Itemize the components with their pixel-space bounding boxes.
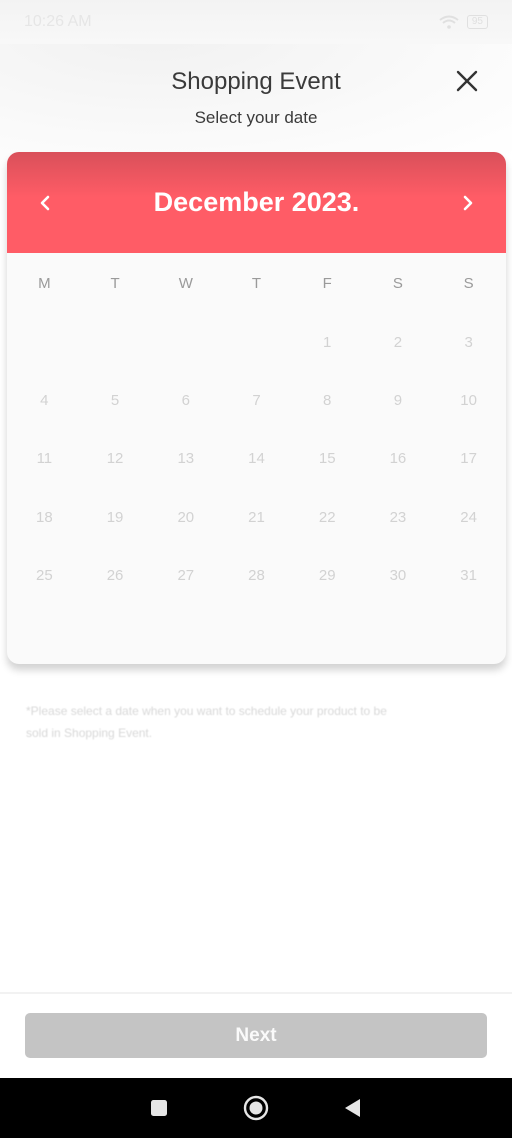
day-cell[interactable]: 12	[80, 450, 151, 467]
chevron-right-icon	[463, 195, 473, 210]
day-cell[interactable]: 11	[9, 450, 80, 467]
system-navigation-bar	[0, 1078, 512, 1138]
next-month-button[interactable]	[456, 191, 480, 215]
calendar-header: December 2023.	[7, 152, 506, 253]
weekday-label: T	[110, 274, 120, 292]
wifi-icon	[439, 15, 459, 29]
calendar-week: 25 26 27 28 29 30 31	[7, 547, 506, 605]
triangle-back-icon	[345, 1099, 361, 1117]
page-subtitle: Select your date	[194, 108, 318, 127]
home-button[interactable]	[241, 1093, 271, 1123]
day-cell[interactable]: 16	[363, 450, 434, 467]
close-button[interactable]	[452, 66, 482, 96]
calendar-week: 4 5 6 7 8 9 10	[7, 371, 506, 429]
day-cell[interactable]: 29	[292, 567, 363, 584]
day-cell[interactable]: 17	[433, 450, 504, 467]
page-title: Shopping Event	[171, 68, 341, 95]
day-cell[interactable]: 31	[433, 567, 504, 584]
day-cell[interactable]: 8	[292, 392, 363, 409]
help-note: *Please select a date when you want to s…	[26, 704, 387, 740]
calendar-week: 18 19 20 21 22 23 24	[7, 488, 506, 546]
day-cell[interactable]: 1	[292, 334, 363, 351]
recents-button[interactable]	[144, 1093, 174, 1123]
weekday-row: M T W T F S S	[7, 253, 506, 313]
day-cell[interactable]: 30	[363, 567, 434, 584]
circle-icon	[243, 1095, 269, 1121]
day-cell[interactable]: 26	[80, 567, 151, 584]
weekday-label: M	[38, 274, 51, 292]
day-cell[interactable]: 19	[80, 509, 151, 526]
day-cell[interactable]: 2	[363, 334, 434, 351]
day-cell[interactable]: 7	[221, 392, 292, 409]
next-button[interactable]: Next	[25, 1013, 487, 1058]
day-cell[interactable]: 23	[363, 509, 434, 526]
weekday-label: S	[463, 274, 474, 292]
status-time: 10:26 AM	[24, 13, 92, 30]
calendar-week: 11 12 13 14 15 16 17	[7, 430, 506, 488]
page-header: Shopping Event Select your date	[0, 60, 512, 128]
status-icons: 95	[439, 15, 488, 29]
day-cell[interactable]: 13	[150, 450, 221, 467]
weekday-label: S	[392, 274, 403, 292]
calendar-card: December 2023. M T W T F S S 1 2 3 4 5 6…	[7, 152, 506, 664]
day-cell[interactable]: 6	[150, 392, 221, 409]
back-button[interactable]	[338, 1093, 368, 1123]
day-cell[interactable]: 28	[221, 567, 292, 584]
weekday-label: T	[251, 274, 262, 292]
day-cell[interactable]: 24	[433, 509, 504, 526]
calendar-week: 1 2 3	[7, 313, 506, 371]
day-cell[interactable]: 14	[221, 450, 292, 467]
day-cell[interactable]: 15	[292, 450, 363, 467]
previous-month-button[interactable]	[33, 191, 57, 215]
day-cell[interactable]: 21	[221, 509, 292, 526]
footer-divider	[0, 992, 512, 994]
day-cell[interactable]: 10	[433, 392, 504, 409]
day-cell[interactable]: 9	[363, 392, 434, 409]
day-cell[interactable]: 25	[9, 567, 80, 584]
weekday-label: F	[322, 274, 332, 292]
square-icon	[150, 1100, 167, 1116]
day-cell[interactable]: 4	[9, 392, 80, 409]
close-icon	[456, 70, 478, 92]
month-label: December 2023.	[153, 187, 360, 217]
day-cell[interactable]: 18	[9, 509, 80, 526]
status-bar: 10:26 AM 95	[0, 0, 512, 44]
day-cell[interactable]: 3	[433, 334, 504, 351]
weekday-label: W	[178, 274, 193, 292]
day-cell[interactable]: 20	[150, 509, 221, 526]
day-cell[interactable]: 22	[292, 509, 363, 526]
battery-indicator: 95	[466, 15, 488, 29]
day-cell[interactable]: 27	[150, 567, 221, 584]
chevron-left-icon	[40, 195, 50, 210]
day-cell[interactable]: 5	[80, 392, 151, 409]
